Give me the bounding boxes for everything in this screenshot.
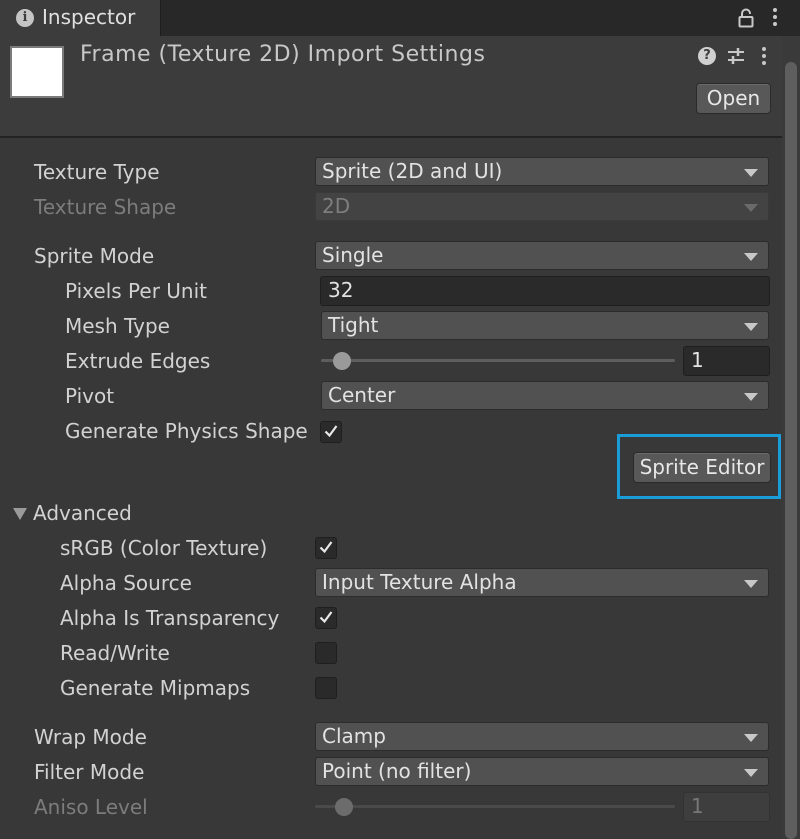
read-write-checkbox[interactable] xyxy=(315,642,337,664)
chevron-down-icon xyxy=(744,253,758,261)
chevron-down-icon xyxy=(744,734,758,742)
pixels-per-unit-label: Pixels Per Unit xyxy=(65,279,207,303)
texture-type-dropdown[interactable]: Sprite (2D and UI) xyxy=(315,157,769,186)
alpha-source-value: Input Texture Alpha xyxy=(322,570,517,594)
filter-mode-label: Filter Mode xyxy=(34,760,145,784)
wrap-mode-value: Clamp xyxy=(322,724,386,748)
tab-label: Inspector xyxy=(42,5,136,29)
wrap-mode-dropdown[interactable]: Clamp xyxy=(315,722,769,751)
sprite-mode-value: Single xyxy=(322,243,384,267)
header-menu-icon[interactable] xyxy=(762,47,768,68)
chevron-down-icon xyxy=(744,393,758,401)
page-title: Frame (Texture 2D) Import Settings xyxy=(80,42,486,67)
texture-thumbnail xyxy=(10,46,64,98)
open-button[interactable]: Open xyxy=(696,83,771,114)
generate-physics-shape-label: Generate Physics Shape xyxy=(65,419,308,443)
wrap-mode-label: Wrap Mode xyxy=(34,725,147,749)
help-icon[interactable]: ? xyxy=(698,47,716,65)
texture-shape-label: Texture Shape xyxy=(34,195,177,219)
scrollbar-thumb[interactable] xyxy=(785,62,797,839)
pixels-per-unit-field[interactable]: 32 xyxy=(320,276,770,306)
alpha-source-label: Alpha Source xyxy=(60,571,192,595)
presets-icon[interactable] xyxy=(726,46,746,66)
checkmark-icon xyxy=(319,611,333,624)
texture-shape-dropdown: 2D xyxy=(315,192,769,221)
generate-mipmaps-label: Generate Mipmaps xyxy=(60,676,251,700)
generate-physics-shape-checkbox[interactable] xyxy=(320,421,342,443)
alpha-is-transparency-checkbox[interactable] xyxy=(315,607,337,629)
aniso-level-slider-thumb xyxy=(334,798,353,816)
mesh-type-dropdown[interactable]: Tight xyxy=(321,311,769,340)
extrude-edges-slider-thumb[interactable] xyxy=(333,352,352,370)
filter-mode-value: Point (no filter) xyxy=(322,759,472,783)
chevron-down-icon xyxy=(744,169,758,177)
alpha-is-transparency-label: Alpha Is Transparency xyxy=(60,606,280,630)
chevron-down-icon xyxy=(744,769,758,777)
srgb-label: sRGB (Color Texture) xyxy=(60,536,268,560)
chevron-down-icon xyxy=(744,204,758,212)
mesh-type-value: Tight xyxy=(328,313,379,337)
aniso-level-slider-track xyxy=(315,805,675,808)
pivot-value: Center xyxy=(328,383,396,407)
alpha-source-dropdown[interactable]: Input Texture Alpha xyxy=(315,568,769,597)
chevron-down-icon xyxy=(744,323,758,331)
texture-shape-value: 2D xyxy=(322,194,351,218)
tab-menu-icon[interactable] xyxy=(773,8,779,29)
read-write-label: Read/Write xyxy=(60,641,170,665)
texture-type-value: Sprite (2D and UI) xyxy=(322,159,503,183)
pivot-label: Pivot xyxy=(65,384,115,408)
lock-icon[interactable] xyxy=(738,8,754,28)
aniso-level-field: 1 xyxy=(683,792,770,822)
foldout-arrow-icon[interactable] xyxy=(13,508,27,520)
aniso-level-label: Aniso Level xyxy=(34,795,148,819)
mesh-type-label: Mesh Type xyxy=(65,314,170,338)
extrude-edges-field[interactable]: 1 xyxy=(683,346,770,376)
extrude-edges-label: Extrude Edges xyxy=(65,349,211,373)
generate-mipmaps-checkbox[interactable] xyxy=(315,677,337,699)
extrude-edges-slider-track[interactable] xyxy=(321,359,675,362)
pivot-dropdown[interactable]: Center xyxy=(321,381,769,410)
filter-mode-dropdown[interactable]: Point (no filter) xyxy=(315,757,769,786)
sprite-mode-dropdown[interactable]: Single xyxy=(315,241,769,270)
texture-type-label: Texture Type xyxy=(34,160,160,184)
advanced-foldout-label[interactable]: Advanced xyxy=(33,501,132,525)
sprite-editor-button[interactable]: Sprite Editor xyxy=(633,452,771,483)
sprite-mode-label: Sprite Mode xyxy=(34,244,155,268)
chevron-down-icon xyxy=(744,580,758,588)
checkmark-icon xyxy=(324,425,338,438)
info-icon: i xyxy=(16,9,34,27)
srgb-checkbox[interactable] xyxy=(315,537,337,559)
checkmark-icon xyxy=(319,541,333,554)
